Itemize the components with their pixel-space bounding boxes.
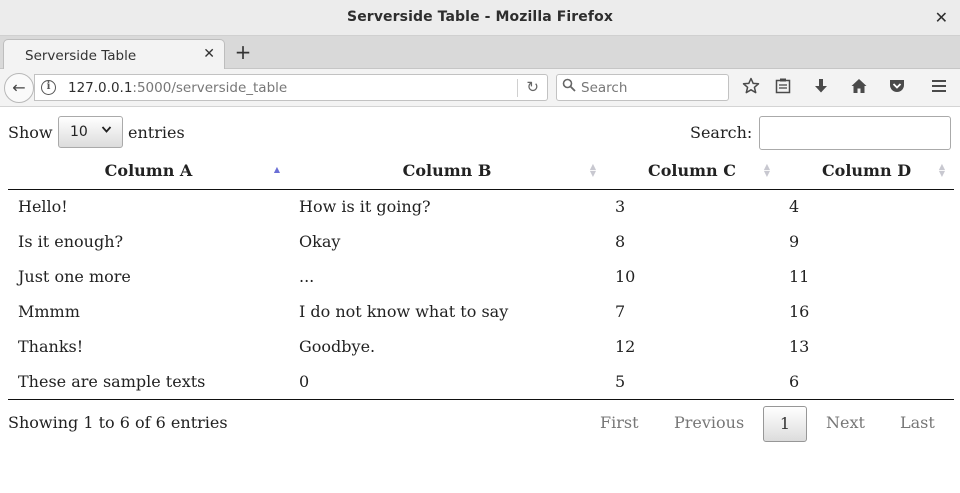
table-cell: Thanks! <box>18 337 84 356</box>
entries-value: 10 <box>70 124 88 140</box>
entries-select[interactable]: 10 <box>58 116 123 148</box>
table-cell: 6 <box>779 364 954 400</box>
table-cell: 10 <box>615 267 636 286</box>
back-button[interactable]: ← <box>4 73 34 103</box>
star-icon[interactable] <box>740 77 762 99</box>
column-header-label: Column D <box>821 160 912 180</box>
pagination-last[interactable]: Last <box>900 406 935 442</box>
info-icon[interactable]: i <box>41 80 56 95</box>
pagination-first[interactable]: First <box>600 406 639 442</box>
table-row: Hello! How is it going? 3 4 <box>8 189 954 224</box>
url-host: 127.0.0.1 <box>68 80 133 96</box>
table-cell: 3 <box>615 197 626 217</box>
sort-both-icon: ▲ ▼ <box>589 161 597 178</box>
table-cell: 11 <box>789 267 810 286</box>
reload-icon[interactable]: ↻ <box>526 78 539 96</box>
tab-strip: Serverside Table ✕ + <box>0 36 960 70</box>
show-label: Show <box>8 123 53 142</box>
column-header-a[interactable]: Column A ▲ <box>8 152 289 190</box>
chevron-down-icon <box>101 124 112 138</box>
search-bar[interactable]: Search <box>556 74 729 101</box>
download-icon[interactable] <box>810 77 832 99</box>
column-header-c[interactable]: Column C ▲ ▼ <box>605 152 779 190</box>
search-placeholder: Search <box>581 80 628 96</box>
pocket-icon[interactable] <box>886 77 908 99</box>
url-path: :5000/serverside_table <box>132 80 288 96</box>
table-cell: Just one more <box>18 267 131 286</box>
table-cell: Mmmm <box>18 302 80 321</box>
table-cell: ... <box>299 267 315 286</box>
sort-both-icon: ▲ ▼ <box>938 161 946 178</box>
column-header-label: Column B <box>402 160 492 180</box>
window-titlebar: Serverside Table - Mozilla Firefox ✕ <box>0 0 960 36</box>
sort-ascending-icon: ▲ <box>273 164 281 174</box>
table-cell: I do not know what to say <box>299 302 509 321</box>
search-icon <box>562 78 576 96</box>
url-text: 127.0.0.1:5000/serverside_table <box>68 80 287 96</box>
data-table: Column A ▲ Column B ▲ ▼ Column C ▲ ▼ Column D… <box>8 152 954 400</box>
table-row: Thanks! Goodbye. 12 13 <box>8 329 954 364</box>
tab-label: Serverside Table <box>25 48 137 64</box>
table-cell: Hello! <box>18 197 68 217</box>
new-tab-button[interactable]: + <box>232 39 254 65</box>
table-cell: 9 <box>789 232 800 251</box>
reading-list-icon[interactable] <box>772 77 794 99</box>
table-row: Is it enough? Okay 8 9 <box>8 224 954 259</box>
navigation-toolbar: i 127.0.0.1:5000/serverside_table ↻ ← Se… <box>0 69 960 107</box>
column-header-label: Column C <box>648 160 736 180</box>
table-cell: Goodbye. <box>299 337 376 356</box>
tab-serverside-table[interactable]: Serverside Table ✕ <box>3 39 225 70</box>
entries-label: entries <box>128 123 185 142</box>
table-cell: 12 <box>615 337 636 356</box>
url-bar[interactable]: i 127.0.0.1:5000/serverside_table ↻ <box>34 74 548 101</box>
sort-both-icon: ▲ ▼ <box>763 161 771 178</box>
table-cell: These are sample texts <box>8 364 289 400</box>
menu-icon[interactable] <box>928 77 950 99</box>
table-header-row: Column A ▲ Column B ▲ ▼ Column C ▲ ▼ Column D… <box>8 152 954 190</box>
table-cell: Is it enough? <box>18 232 124 251</box>
column-header-d[interactable]: Column D ▲ ▼ <box>779 152 954 190</box>
table-cell: Okay <box>299 232 341 251</box>
table-cell: 8 <box>615 232 626 251</box>
table-row: Just one more ... 10 11 <box>8 259 954 294</box>
close-window-icon[interactable]: ✕ <box>935 8 948 27</box>
table-cell: 5 <box>605 364 779 400</box>
window-title: Serverside Table - Mozilla Firefox <box>347 9 613 25</box>
table-search-input[interactable] <box>759 116 951 150</box>
pagination-page-1[interactable]: 1 <box>763 406 807 442</box>
table-row: These are sample texts 0 5 6 <box>8 364 954 400</box>
column-header-label: Column A <box>104 160 193 180</box>
table-row: Mmmm I do not know what to say 7 16 <box>8 294 954 329</box>
table-cell: 13 <box>789 337 810 356</box>
pagination-next[interactable]: Next <box>826 406 865 442</box>
pagination-previous[interactable]: Previous <box>674 406 744 442</box>
tab-close-icon[interactable]: ✕ <box>203 46 215 62</box>
table-search-label: Search: <box>690 123 753 142</box>
table-cell: 7 <box>615 302 626 321</box>
page-content: Show 10 entries Search: Column A ▲ Column… <box>0 107 960 493</box>
table-cell: 16 <box>789 302 810 321</box>
column-header-b[interactable]: Column B ▲ ▼ <box>289 152 605 190</box>
table-cell: 0 <box>289 364 605 400</box>
url-separator <box>517 79 518 97</box>
table-cell: How is it going? <box>299 197 431 217</box>
table-cell: 4 <box>789 197 800 217</box>
table-info: Showing 1 to 6 of 6 entries <box>8 413 228 432</box>
home-icon[interactable] <box>848 77 870 99</box>
